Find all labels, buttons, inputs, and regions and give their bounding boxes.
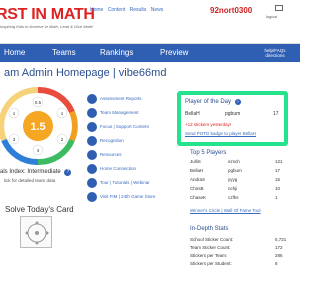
dial-segment-orange (69, 110, 78, 142)
table-row[interactable]: BellaH pgbum 17 (190, 167, 290, 175)
dial-value-top: 0.5 (35, 100, 42, 105)
dial-center-value: 1.5 (30, 121, 45, 133)
book-icon (87, 150, 97, 160)
menu-recognition[interactable]: Recognition (87, 136, 172, 148)
top-link-home[interactable]: Home (90, 7, 103, 13)
potd-badge-link[interactable]: Send POTD badge to player BellaH (185, 131, 256, 136)
video-icon (87, 178, 97, 188)
solve-card-title: Solve Today's Card (5, 205, 74, 214)
potd-name: BellaH (185, 111, 200, 117)
menu-home-connection[interactable]: Home Connection (87, 164, 172, 176)
help-faqs-link[interactable]: help/FAQs directions (255, 48, 295, 58)
team-icon (87, 108, 97, 118)
focus-icon (87, 122, 97, 132)
potd-title: Player of the Day ? (185, 99, 241, 105)
top-link-news[interactable]: News (151, 7, 164, 13)
top-link-content[interactable]: Content (108, 7, 126, 13)
ribbon-icon (87, 136, 97, 146)
nav-bar: Home Teams Rankings Preview help/FAQs di… (0, 44, 300, 62)
table-row[interactable]: AndraS yyyg 15 (190, 176, 290, 184)
menu-focus-support[interactable]: Focus | Support Content (87, 122, 172, 134)
top-link-results[interactable]: Results (130, 7, 147, 13)
table-row[interactable]: ChaseK czfhs 1 (190, 194, 290, 202)
menu-resources[interactable]: Resources (87, 150, 172, 162)
tagline: Inspiring Kids to Achieve in Math, Lead … (0, 24, 94, 29)
table-row[interactable]: ChrisB nchji 10 (190, 185, 290, 193)
top-links: Home Content Results News (90, 7, 166, 13)
username: 92nort0300 (210, 6, 253, 15)
mail-icon[interactable] (275, 5, 283, 11)
winners-circle-link[interactable]: Winner's Circle | Wall Of Fame Tool (190, 208, 261, 213)
menu-assessment-reports[interactable]: Assessment Reports (87, 94, 172, 106)
home-icon (87, 164, 97, 174)
page-title: am Admin Homepage | vibe66md (4, 67, 167, 79)
menu-team-management[interactable]: Team Management (87, 108, 172, 120)
card-icon (25, 221, 49, 245)
table-row[interactable]: JulliS ezsch 121 (190, 158, 290, 166)
store-icon (87, 192, 97, 202)
skills-index-label: als Index: Intermediate (0, 169, 61, 175)
menu-tour-tutorials[interactable]: Tour | Tutorials | Webinar (87, 178, 172, 190)
stats-title: In-Depth Stats (190, 226, 229, 232)
stat-row: Stickers per Team: 286 (190, 253, 283, 258)
top-bar: RST IN MATH Inspiring Kids to Achieve in… (0, 0, 300, 44)
potd-score: 17 (273, 111, 279, 117)
nav-rankings[interactable]: Rankings (100, 48, 133, 57)
nav-teams[interactable]: Teams (52, 48, 76, 57)
report-icon (87, 94, 97, 104)
nav-home[interactable]: Home (4, 48, 25, 57)
skills-index: als Index: Intermediate ? (0, 169, 72, 176)
top5-title: Top 5 Players (190, 150, 227, 156)
potd-help-icon[interactable]: ? (234, 99, 241, 105)
stat-row: School Sticker Count: 5,721 (190, 237, 287, 242)
skills-help-icon[interactable]: ? (64, 169, 72, 176)
logout-link[interactable]: logout (266, 14, 277, 19)
logo[interactable]: RST IN MATH (0, 6, 95, 24)
menu-visit-store[interactable]: Visit FIM | 24th Game Store (87, 192, 172, 204)
potd-user: pgbum (225, 111, 241, 117)
daily-card[interactable] (20, 216, 52, 248)
stat-row: Team Sticker Count: 172 (190, 245, 283, 250)
potd-sticker-note: +12 stickers yesterday! (185, 122, 232, 127)
stat-row: Stickers per Student: 8 (190, 261, 278, 266)
skills-dial[interactable]: 1.5 0.5 1 2 4 3 1 (0, 82, 80, 170)
player-of-the-day-panel: Player of the Day ? BellaH pgbum 17 +12 … (177, 91, 288, 146)
skills-detail-link[interactable]: lick for detailed team data (4, 178, 55, 183)
nav-preview[interactable]: Preview (160, 48, 188, 57)
